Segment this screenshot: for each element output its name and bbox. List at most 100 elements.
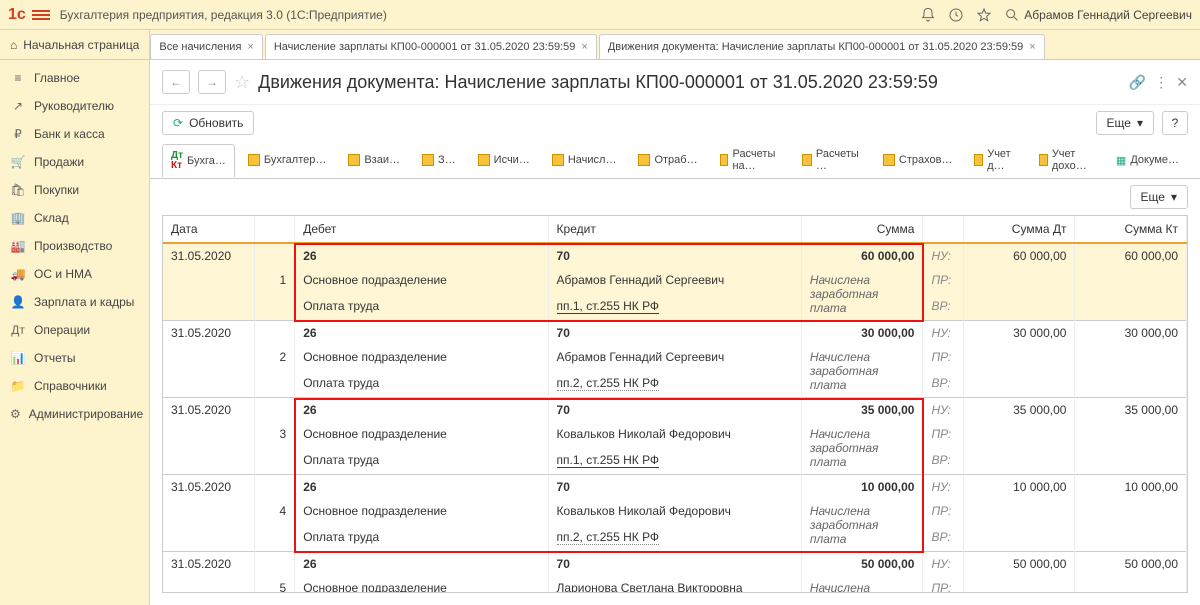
table-row-sub2[interactable]: Оплата трудапп.2, ст.255 НК РФВР: bbox=[163, 371, 1187, 398]
help-button[interactable]: ? bbox=[1162, 111, 1188, 135]
table-row-sub[interactable]: 5Основное подразделениеЛарионова Светлан… bbox=[163, 576, 1187, 593]
favorite-icon[interactable]: ☆ bbox=[234, 72, 250, 93]
sidebar-item[interactable]: 📁Справочники bbox=[0, 372, 149, 400]
register-tab[interactable]: Учет д… bbox=[965, 141, 1026, 178]
cell-debit-sub2: Оплата труда bbox=[295, 371, 548, 398]
register-tab[interactable]: З… bbox=[413, 147, 465, 172]
sidebar-item[interactable]: ДтОперации bbox=[0, 316, 149, 344]
cell-sum-desc: Начислена заработная плата bbox=[801, 268, 923, 321]
star-icon[interactable] bbox=[976, 7, 992, 23]
sidebar-label: Руководителю bbox=[34, 99, 114, 113]
sidebar-item[interactable]: 🛒Продажи bbox=[0, 148, 149, 176]
cell-date: 31.05.2020 bbox=[163, 475, 254, 500]
cell-sum-desc: Начислена заработная плата bbox=[801, 345, 923, 398]
tab-label: Все начисления bbox=[159, 41, 241, 53]
th-flag[interactable] bbox=[923, 216, 964, 243]
register-tab-label: Расчеты на… bbox=[732, 148, 780, 172]
th-credit[interactable]: Кредит bbox=[548, 216, 801, 243]
close-icon[interactable]: × bbox=[247, 41, 253, 53]
sidebar-item[interactable]: ↗Руководителю bbox=[0, 92, 149, 120]
sidebar-item[interactable]: ⚙Администрирование bbox=[0, 400, 149, 428]
kebab-icon[interactable]: ⋮ bbox=[1154, 74, 1168, 91]
cell-sum-desc: Начислена заработная плата bbox=[801, 499, 923, 552]
table-row[interactable]: 31.05.2020267030 000,00НУ:30 000,0030 00… bbox=[163, 321, 1187, 346]
register-tab[interactable]: Расчеты … bbox=[793, 141, 870, 178]
th-debit[interactable]: Дебет bbox=[295, 216, 548, 243]
th-sum[interactable]: Сумма bbox=[801, 216, 923, 243]
th-sumdt[interactable]: Сумма Дт bbox=[964, 216, 1075, 243]
cell-debit-sub2: Оплата труда bbox=[295, 294, 548, 321]
cell-debit: 26 bbox=[295, 398, 548, 423]
sidebar-item[interactable]: 📊Отчеты bbox=[0, 344, 149, 372]
register-tab-label: Бухга… bbox=[187, 155, 226, 167]
th-sumkt[interactable]: Сумма Кт bbox=[1075, 216, 1187, 243]
table-row-sub2[interactable]: Оплата трудапп.1, ст.255 НК РФВР: bbox=[163, 294, 1187, 321]
table-row-sub[interactable]: 3Основное подразделениеКовальков Николай… bbox=[163, 422, 1187, 448]
cell-debit-sub: Основное подразделение bbox=[295, 576, 548, 593]
refresh-icon: ⟳ bbox=[173, 116, 183, 130]
sidebar-item[interactable]: ₽Банк и касса bbox=[0, 120, 149, 148]
close-icon[interactable]: × bbox=[1029, 41, 1035, 53]
window-tab[interactable]: Движения документа: Начисление зарплаты … bbox=[599, 34, 1045, 59]
register-tab[interactable]: Бухгалтер… bbox=[239, 147, 335, 172]
sidebar-icon: 👤 bbox=[10, 294, 26, 310]
table-more-button[interactable]: Еще ▾ bbox=[1130, 185, 1188, 209]
register-tab-label: Учет д… bbox=[987, 148, 1017, 172]
nav-forward-button[interactable]: → bbox=[198, 70, 226, 94]
sidebar-item[interactable]: 👤Зарплата и кадры bbox=[0, 288, 149, 316]
table-row-sub2[interactable]: Оплата трудапп.2, ст.255 НК РФВР: bbox=[163, 525, 1187, 552]
sidebar-item[interactable]: 🚚ОС и НМА bbox=[0, 260, 149, 288]
register-tab[interactable]: Страхов… bbox=[874, 147, 962, 172]
user-block[interactable]: Абрамов Геннадий Сергеевич bbox=[1004, 7, 1192, 23]
app-title: Бухгалтерия предприятия, редакция 3.0 (1… bbox=[60, 8, 921, 22]
window-tab[interactable]: Все начисления × bbox=[150, 34, 263, 59]
table-row-sub[interactable]: 1Основное подразделениеАбрамов Геннадий … bbox=[163, 268, 1187, 294]
sidebar-label: Производство bbox=[34, 239, 112, 253]
hamburger-icon[interactable] bbox=[32, 8, 50, 22]
cell-flag: ПР: bbox=[923, 268, 964, 294]
cell-flag: ВР: bbox=[923, 525, 964, 552]
home-tab[interactable]: ⌂ Начальная страница bbox=[0, 30, 150, 59]
cell-sumdt: 30 000,00 bbox=[964, 321, 1075, 346]
more-button[interactable]: Еще ▾ bbox=[1096, 111, 1154, 135]
sidebar-item[interactable]: 🏭 Производство bbox=[0, 232, 149, 260]
table-row-sub2[interactable]: Оплата трудапп.1, ст.255 НК РФВР: bbox=[163, 448, 1187, 475]
sidebar-icon: 🏭 bbox=[10, 238, 26, 254]
refresh-button[interactable]: ⟳ Обновить bbox=[162, 111, 254, 135]
close-page-icon[interactable]: ✕ bbox=[1176, 74, 1188, 91]
link-icon[interactable]: 🔗 bbox=[1129, 74, 1146, 91]
register-tab[interactable]: Исчи… bbox=[469, 147, 539, 172]
sidebar-item[interactable]: ≡Главное bbox=[0, 64, 149, 92]
table-row-sub[interactable]: 4Основное подразделениеКовальков Николай… bbox=[163, 499, 1187, 525]
table-row[interactable]: 31.05.2020267050 000,00НУ:50 000,0050 00… bbox=[163, 552, 1187, 577]
register-tab[interactable]: Отраб… bbox=[629, 147, 706, 172]
th-idx[interactable] bbox=[254, 216, 295, 243]
cell-flag: ПР: bbox=[923, 499, 964, 525]
history-icon[interactable] bbox=[948, 7, 964, 23]
bell-icon[interactable] bbox=[920, 7, 936, 23]
close-icon[interactable]: × bbox=[581, 41, 587, 53]
nav-back-button[interactable]: ← bbox=[162, 70, 190, 94]
register-tab[interactable]: Взаи… bbox=[339, 147, 409, 172]
sidebar-icon: ⚙ bbox=[10, 406, 21, 422]
sidebar-item[interactable]: 🏢Склад bbox=[0, 204, 149, 232]
table-row[interactable]: 31.05.2020267060 000,00НУ:60 000,0060 00… bbox=[163, 243, 1187, 268]
register-tab[interactable]: ДтКтБухга… bbox=[162, 144, 235, 177]
table-row[interactable]: 31.05.2020267035 000,00НУ:35 000,0035 00… bbox=[163, 398, 1187, 423]
register-tab[interactable]: Начисл… bbox=[543, 147, 626, 172]
th-date[interactable]: Дата bbox=[163, 216, 254, 243]
register-tab[interactable]: Учет дохо… bbox=[1030, 141, 1103, 178]
sidebar-item[interactable]: 🛍Покупки bbox=[0, 176, 149, 204]
cell-debit-sub: Основное подразделение bbox=[295, 345, 548, 371]
cell-date: 31.05.2020 bbox=[163, 321, 254, 346]
sidebar-icon: 🛒 bbox=[10, 154, 26, 170]
register-icon bbox=[422, 154, 434, 166]
register-tab[interactable]: ▦Докуме… bbox=[1107, 147, 1188, 173]
register-tab[interactable]: Расчеты на… bbox=[711, 141, 789, 178]
cell-debit: 26 bbox=[295, 243, 548, 268]
table-row[interactable]: 31.05.2020267010 000,00НУ:10 000,0010 00… bbox=[163, 475, 1187, 500]
window-tab[interactable]: Начисление зарплаты КП00-000001 от 31.05… bbox=[265, 34, 597, 59]
cell-debit-sub: Основное подразделение bbox=[295, 422, 548, 448]
table-row-sub[interactable]: 2Основное подразделениеАбрамов Геннадий … bbox=[163, 345, 1187, 371]
register-tab-label: Учет дохо… bbox=[1052, 148, 1094, 172]
